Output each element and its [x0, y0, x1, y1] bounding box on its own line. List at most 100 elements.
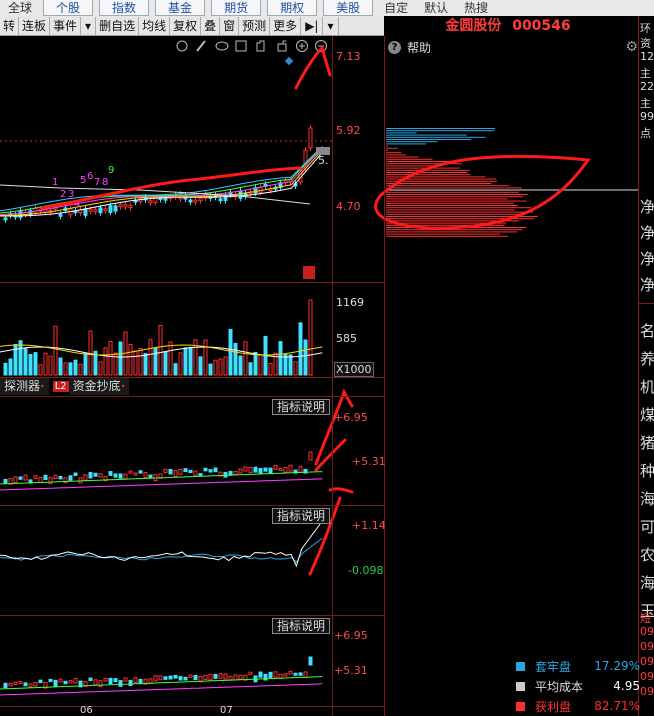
indicator-candle — [293, 672, 298, 676]
chip-bar — [386, 231, 518, 233]
hand-icon[interactable] — [256, 40, 265, 52]
chip-bar — [386, 213, 525, 215]
indicator-candle — [188, 469, 193, 474]
chip-bar — [386, 128, 495, 129]
bottom-axis-line — [0, 706, 384, 707]
right-edge-top-6: 99 — [640, 110, 654, 123]
chip-legend: 套牢盘 17.29% 平均成本 4.95 获利盘 82.71% — [516, 656, 640, 716]
indicator-candle — [303, 671, 308, 679]
moving-average-line — [0, 145, 323, 212]
chip-bar — [386, 196, 523, 198]
chip-bar — [386, 158, 433, 160]
volume-bar — [38, 364, 43, 376]
indicator-candle — [33, 681, 38, 687]
right-edge-list-13: 09 — [640, 640, 654, 653]
volume-bar — [278, 341, 283, 376]
chip-bar — [386, 211, 533, 213]
volume-bar — [103, 347, 108, 376]
volume-bar — [303, 339, 308, 376]
eye-icon[interactable] — [215, 41, 229, 51]
chip-bar — [386, 176, 486, 178]
right-edge-top-1: 资 — [640, 37, 651, 50]
candle-body — [308, 127, 313, 149]
chip-bar — [386, 209, 515, 211]
volume-bar — [198, 356, 203, 376]
help-icon[interactable]: ? — [388, 40, 401, 54]
indicator-candle — [298, 672, 303, 676]
chart-icons-row — [176, 40, 327, 66]
volume-bar — [78, 363, 83, 376]
chip-bar — [386, 207, 532, 209]
indicator-candle — [193, 674, 198, 681]
indicator-candle — [208, 673, 213, 681]
indicator-candle — [13, 476, 18, 484]
indicator-candle — [108, 471, 113, 476]
wave-label-6: 6 — [87, 171, 93, 182]
tab-bottom-fishing[interactable]: 资金抄底• — [68, 378, 130, 395]
price-panel: 12 345 67 89 — [0, 125, 332, 279]
candle-body — [83, 208, 88, 216]
ind3-axis-mid: +5.31 — [334, 664, 368, 677]
right-edge-list-7: 可 — [640, 518, 654, 536]
wave-label-7: 7 — [94, 177, 100, 188]
annotation-stroke-1 — [294, 45, 332, 90]
indicator-candle — [48, 477, 53, 484]
kline-chart[interactable]: 12 345 67 89 — [0, 0, 654, 716]
indicator-candle — [243, 466, 248, 472]
volume-bar — [253, 351, 258, 376]
help-label[interactable]: 帮助 — [407, 39, 431, 56]
volume-bar — [148, 339, 153, 376]
indicator-help-button-2[interactable]: 指标说明 — [272, 508, 331, 524]
indicator-candle — [178, 469, 183, 475]
chip-bar — [386, 161, 453, 162]
indicator-candle — [203, 674, 208, 680]
wave-label-8: 8 — [102, 177, 108, 188]
indicator-candle — [258, 671, 263, 678]
indicator-candle — [113, 678, 118, 683]
chip-bar — [386, 150, 389, 151]
month-label-07: 07 — [220, 705, 233, 716]
chip-bar — [386, 134, 467, 136]
blue-marker — [284, 56, 294, 66]
tab-detector[interactable]: 探测器• — [0, 378, 49, 395]
right-edge-list-3: 煤 — [640, 406, 654, 424]
indicator-help-button-3[interactable]: 指标说明 — [272, 618, 331, 634]
last-price-label: 5. — [318, 154, 329, 167]
gear-icon[interactable]: ⚙ — [625, 39, 638, 55]
settings-icon[interactable] — [176, 40, 188, 52]
indicator-candle — [133, 677, 138, 684]
right-edge-list-14: 09 — [640, 655, 654, 668]
indicator-candle — [128, 679, 133, 686]
indicator-candle — [248, 671, 253, 676]
indicator-candle — [13, 681, 18, 686]
candle-body — [108, 205, 113, 213]
volume-bar — [218, 358, 223, 376]
indicator-candle — [118, 473, 123, 479]
indicator-candle — [228, 675, 233, 681]
volume-bar — [43, 352, 48, 376]
indicator-candle — [163, 676, 168, 680]
volume-bar — [258, 354, 263, 376]
indicator-help-button-1[interactable]: 指标说明 — [272, 399, 331, 415]
right-edge-mid-3: 净 — [640, 276, 654, 294]
pen-icon[interactable] — [196, 40, 206, 52]
indicator-candle — [238, 468, 243, 474]
indicator-candle — [53, 679, 58, 687]
indicator-candle — [288, 670, 293, 675]
right-edge-mid-2: 净 — [640, 250, 654, 268]
volume-bar — [28, 354, 33, 376]
wave-label-9: 9 — [108, 165, 114, 176]
lock-icon[interactable] — [277, 43, 287, 52]
volume-bar — [48, 355, 53, 376]
right-edge-list-0: 名 — [640, 322, 654, 340]
indicator-candle — [28, 683, 33, 688]
indicator-candle — [198, 473, 203, 477]
volume-bar — [18, 340, 23, 376]
volume-bar — [293, 361, 298, 376]
chip-bar — [386, 235, 508, 237]
chip-bar — [386, 167, 460, 169]
chip-bar — [386, 191, 519, 193]
table-icon[interactable] — [235, 40, 247, 52]
ind3-axis-top: +6.95 — [334, 629, 368, 642]
indicator-candle — [273, 464, 278, 470]
